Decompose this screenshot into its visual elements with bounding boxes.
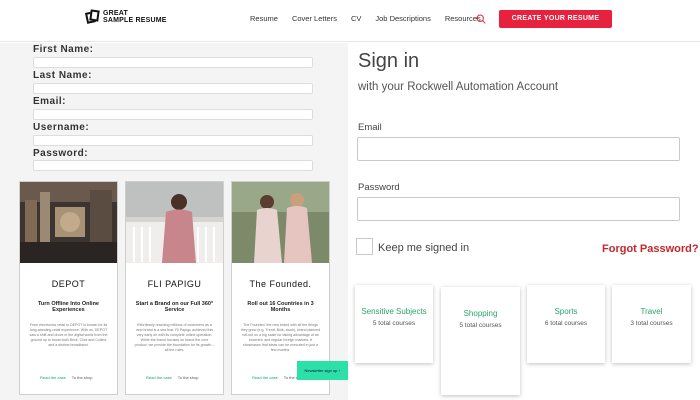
create-resume-button[interactable]: CREATE YOUR RESUME — [499, 10, 612, 28]
email-label-left: Email: — [33, 96, 67, 107]
logo-text-line1: GREAT — [103, 10, 128, 17]
username-label: Username: — [33, 122, 90, 133]
nav-item-job-descriptions[interactable]: Job Descriptions — [375, 14, 430, 23]
course-count: 3 total courses — [630, 320, 673, 327]
case-card-fli-papigu[interactable]: FLI PAPIGU Start a Brand on our Full 360… — [125, 181, 224, 395]
search-icon[interactable] — [476, 14, 486, 24]
course-tile-travel[interactable]: Travel 3 total courses — [612, 285, 691, 363]
forgot-password-link[interactable]: Forgot Password? — [602, 243, 699, 255]
email-input[interactable] — [357, 137, 680, 161]
course-name: Sensitive Subjects — [361, 307, 427, 316]
password-field-left[interactable] — [33, 160, 313, 171]
nav-item-cover-letters[interactable]: Cover Letters — [292, 14, 337, 23]
nav-item-cv[interactable]: CV — [351, 14, 361, 23]
email-field-left[interactable] — [33, 109, 313, 120]
card-body-the-founded: The Founded, the new brand with all the … — [240, 323, 321, 352]
card-image-the-founded — [232, 182, 329, 263]
signin-title: Sign in — [358, 50, 420, 72]
email-label: Email — [358, 122, 382, 133]
read-case-link-the-founded[interactable]: Read the case — [252, 375, 278, 380]
shop-link-fli-papigu[interactable]: To the shop — [178, 375, 199, 380]
case-card-depot[interactable]: DEPOT Turn Offline Into Online Experienc… — [19, 181, 118, 395]
course-count: 5 total courses — [459, 322, 502, 329]
last-name-label: Last Name: — [33, 70, 92, 81]
keep-signed-in-label[interactable]: Keep me signed in — [378, 242, 469, 254]
keep-signed-in-checkbox[interactable] — [356, 238, 373, 255]
course-name: Sports — [554, 307, 578, 316]
read-case-link-fli-papigu[interactable]: Read the case — [146, 375, 172, 380]
site-logo[interactable]: GREAT SAMPLE RESUME — [84, 9, 167, 24]
course-count: 5 total courses — [372, 320, 416, 327]
course-tile-sports[interactable]: Sports 6 total courses — [527, 285, 605, 363]
password-label: Password — [358, 182, 400, 193]
card-body-depot: From electronics retail to DEPOT is know… — [29, 323, 108, 347]
card-subtitle-depot: Turn Offline Into Online Experiences — [37, 301, 99, 313]
card-title-the-founded: The Founded. — [249, 279, 312, 289]
main-nav: Resume Cover Letters CV Job Descriptions… — [250, 14, 481, 23]
logo-icon — [84, 9, 100, 24]
card-title-fli-papigu: FLI PAPIGU — [147, 279, 202, 289]
course-count: 6 total courses — [544, 320, 588, 327]
course-tile-shopping[interactable]: Shopping 5 total courses — [441, 287, 520, 395]
card-body-fli-papigu: Effortlessly reaching millions of custom… — [134, 323, 215, 352]
username-field[interactable] — [33, 135, 313, 146]
course-name: Shopping — [463, 309, 498, 318]
password-input[interactable] — [357, 197, 680, 221]
course-tile-sensitive-subjects[interactable]: Sensitive Subjects 5 total courses — [355, 285, 433, 363]
course-name: Travel — [640, 307, 663, 316]
card-subtitle-the-founded: Roll out 16 Countries in 3 Months — [247, 301, 314, 313]
first-name-label: First Name: — [33, 44, 94, 55]
signin-subtitle: with your Rockwell Automation Account — [358, 81, 559, 93]
site-header: GREAT SAMPLE RESUME Resume Cover Letters… — [0, 0, 700, 42]
card-subtitle-fli-papigu: Start a Brand on our Full 360° Service — [135, 301, 214, 313]
shop-link-depot[interactable]: To the shop — [72, 375, 93, 380]
last-name-field[interactable] — [33, 83, 313, 94]
newsletter-signup-button[interactable]: Newsletter sign up ↑ — [297, 361, 348, 380]
read-case-link-depot[interactable]: Read the case — [40, 375, 66, 380]
first-name-field[interactable] — [33, 57, 313, 68]
card-image-fli-papigu — [126, 182, 223, 263]
card-title-depot: DEPOT — [51, 279, 86, 289]
card-image-depot — [20, 182, 117, 263]
logo-text-line2: SAMPLE RESUME — [103, 17, 167, 24]
password-label-left: Password: — [33, 148, 89, 159]
nav-item-resume[interactable]: Resume — [250, 14, 278, 23]
